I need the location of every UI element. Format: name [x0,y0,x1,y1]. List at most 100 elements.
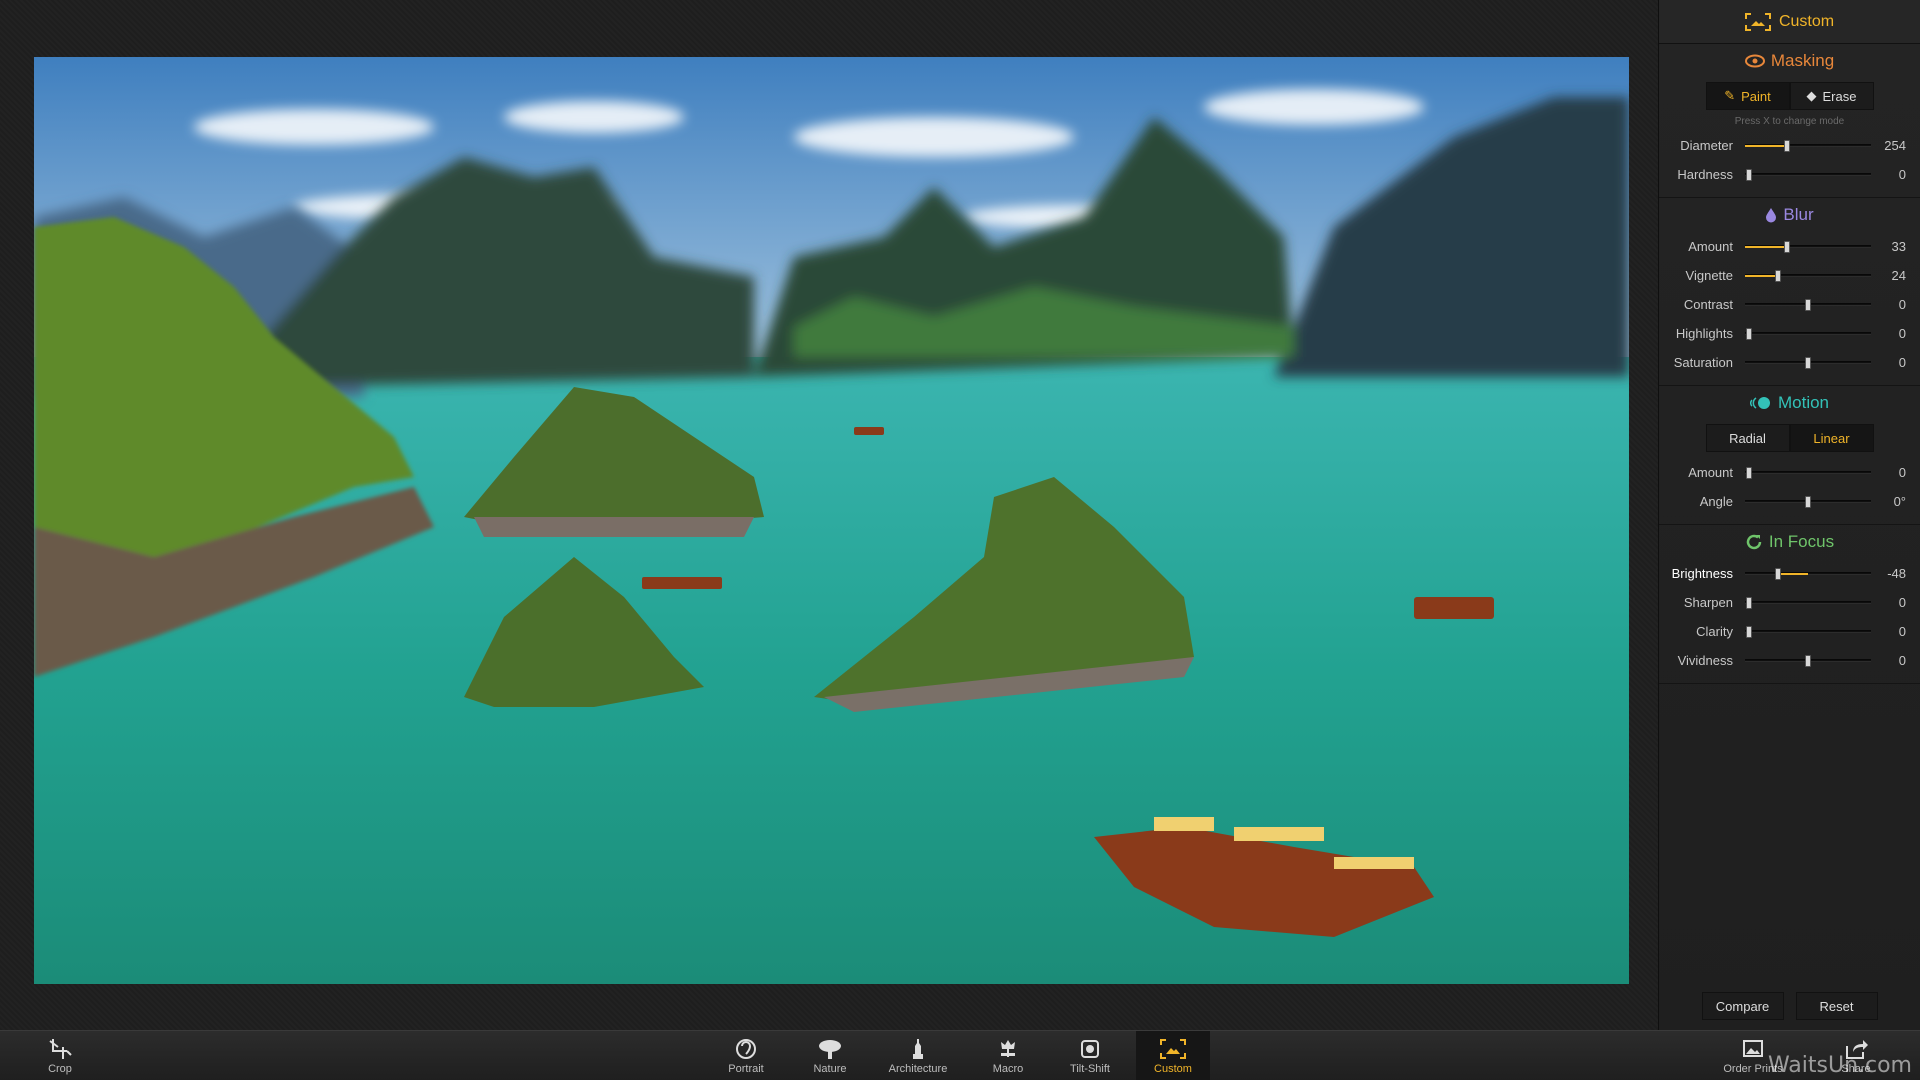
slider-label: Saturation [1665,355,1745,370]
amount-slider[interactable] [1745,245,1871,248]
crop-icon [47,1038,73,1060]
in-focus-section: In Focus Brightness -48 Sharpen 0 Clarity 0 Vi… [1659,525,1920,684]
in-focus-sliders: Brightness -48 Sharpen 0 Clarity 0 Vividness 0 [1659,559,1920,675]
motion-sliders: Amount 0 Angle 0° [1659,458,1920,516]
slider-value: 0 [1871,465,1906,480]
motion-title: Motion [1659,386,1920,420]
portrait-button[interactable]: Portrait [716,1031,776,1080]
panel-header: Custom [1659,0,1920,44]
mask-mode-toggle: ✎ Paint ◆ Erase [1659,82,1920,110]
slider-handle[interactable] [1746,597,1752,609]
slider-value: 0 [1871,326,1906,341]
slider-label: Vignette [1665,268,1745,283]
slider-value: 0 [1871,355,1906,370]
saturation-slider[interactable] [1745,361,1871,364]
slider-handle[interactable] [1805,357,1811,369]
slider-label: Angle [1665,494,1745,509]
slider-handle[interactable] [1805,299,1811,311]
slider-label: Sharpen [1665,595,1745,610]
slider-label: Diameter [1665,138,1745,153]
reset-button[interactable]: Reset [1796,992,1878,1020]
clarity-slider[interactable] [1745,630,1871,633]
picture-icon [1740,1038,1766,1060]
slider-handle[interactable] [1746,169,1752,181]
portrait-icon [733,1038,759,1060]
mode-hint: Press X to change mode [1659,116,1920,127]
angle-slider[interactable] [1745,500,1871,503]
architecture-button[interactable]: Architecture [878,1031,958,1080]
slider-handle[interactable] [1746,626,1752,638]
slider-row-amount: Amount 0 [1659,458,1920,487]
highlights-slider[interactable] [1745,332,1871,335]
linear-button[interactable]: Linear [1790,424,1874,452]
custom-icon [1160,1038,1186,1060]
slider-value: -48 [1871,566,1906,581]
blur-sliders: Amount33Vignette24Contrast0Highlights0Sa… [1659,232,1920,377]
adjustments-panel: Custom Masking ✎ Paint ◆ Erase Press X t… [1658,0,1920,1030]
amount-slider[interactable] [1745,471,1871,474]
flower-icon [995,1038,1021,1060]
hardness-slider[interactable] [1745,173,1871,176]
slider-row-angle: Angle 0° [1659,487,1920,516]
slider-handle[interactable] [1746,467,1752,479]
motion-section: Motion Radial Linear Amount 0 Angle 0° [1659,386,1920,525]
slider-label: Brightness [1665,566,1745,581]
slider-value: 0 [1871,624,1906,639]
slider-row-diameter: Diameter254 [1659,131,1920,160]
nature-button[interactable]: Nature [800,1031,860,1080]
slider-fill [1745,275,1778,277]
slider-value: 0 [1871,595,1906,610]
crop-button[interactable]: Crop [30,1031,90,1080]
slider-handle[interactable] [1746,328,1752,340]
slider-handle[interactable] [1775,568,1781,580]
slider-handle[interactable] [1784,140,1790,152]
slider-label: Hardness [1665,167,1745,182]
brightness-slider[interactable] [1745,572,1871,575]
slider-handle[interactable] [1775,270,1781,282]
panel-title: Custom [1779,13,1834,31]
tilt-shift-icon [1077,1038,1103,1060]
sharpen-slider[interactable] [1745,601,1871,604]
slider-row-sharpen: Sharpen 0 [1659,588,1920,617]
slider-row-brightness: Brightness -48 [1659,559,1920,588]
slider-value: 24 [1871,268,1906,283]
slider-fill [1778,573,1808,575]
slider-label: Highlights [1665,326,1745,341]
slider-value: 0 [1871,167,1906,182]
slider-label: Contrast [1665,297,1745,312]
radial-button[interactable]: Radial [1706,424,1790,452]
vividness-slider[interactable] [1745,659,1871,662]
slider-row-clarity: Clarity 0 [1659,617,1920,646]
compare-button[interactable]: Compare [1702,992,1784,1020]
erase-button[interactable]: ◆ Erase [1790,82,1874,110]
tilt-shift-button[interactable]: Tilt-Shift [1060,1031,1120,1080]
motion-icon [1750,396,1772,410]
slider-value: 0 [1871,653,1906,668]
slider-value: 0 [1871,297,1906,312]
slider-label: Clarity [1665,624,1745,639]
photo-preview[interactable] [34,57,1629,984]
slider-row-hardness: Hardness 0 [1659,160,1920,189]
vignette-slider[interactable] [1745,274,1871,277]
slider-value: 0° [1871,494,1906,509]
slider-handle[interactable] [1805,496,1811,508]
slider-handle[interactable] [1784,241,1790,253]
slider-row-highlights: Highlights 0 [1659,319,1920,348]
diameter-slider[interactable] [1745,144,1871,147]
contrast-slider[interactable] [1745,303,1871,306]
slider-handle[interactable] [1805,655,1811,667]
slider-label: Vividness [1665,653,1745,668]
slider-value: 33 [1871,239,1906,254]
eye-icon [1745,54,1765,68]
canvas-area [0,0,1658,1030]
custom-button[interactable]: Custom [1136,1031,1210,1080]
statue-icon [905,1038,931,1060]
in-focus-title: In Focus [1659,525,1920,559]
macro-button[interactable]: Macro [978,1031,1038,1080]
slider-row-vignette: Vignette 24 [1659,261,1920,290]
masking-title: Masking [1659,44,1920,78]
slider-label: Amount [1665,465,1745,480]
paint-button[interactable]: ✎ Paint [1706,82,1790,110]
slider-row-contrast: Contrast 0 [1659,290,1920,319]
tree-icon [817,1038,843,1060]
